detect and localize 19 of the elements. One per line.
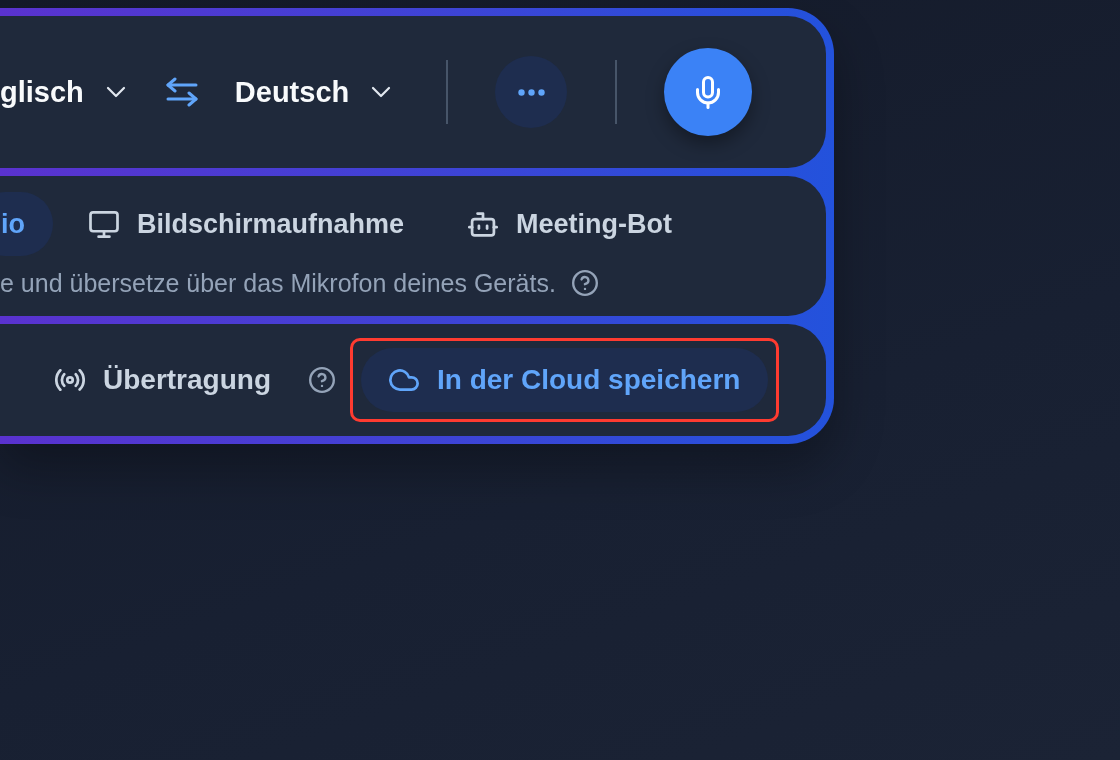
mode-description: e und übersetze über das Mikrofon deines Geräts. (0, 268, 556, 298)
language-select[interactable]: Deutsch (234, 74, 392, 110)
help-icon[interactable] (309, 367, 335, 393)
more-dots-icon (517, 88, 545, 96)
help-icon[interactable] (571, 270, 598, 296)
language-select[interactable]: glisch (0, 74, 126, 110)
mode-tab[interactable]: Meeting-Bot (440, 192, 701, 256)
microphone-icon (696, 75, 721, 109)
mode-tab[interactable]: Bildschirmaufnahme (61, 192, 433, 256)
monitor-icon (89, 210, 119, 238)
mode-tab[interactable]: io (0, 192, 53, 256)
cloud-icon (389, 369, 419, 391)
option-button[interactable]: In der Cloud speichern (361, 348, 769, 412)
swap-arrows-icon[interactable] (165, 77, 198, 107)
option-button[interactable]: Übertragung (27, 348, 299, 412)
broadcast-icon (55, 369, 85, 391)
robot-icon (468, 211, 499, 237)
chevron-down-icon (105, 86, 126, 98)
chevron-down-icon (371, 86, 392, 98)
